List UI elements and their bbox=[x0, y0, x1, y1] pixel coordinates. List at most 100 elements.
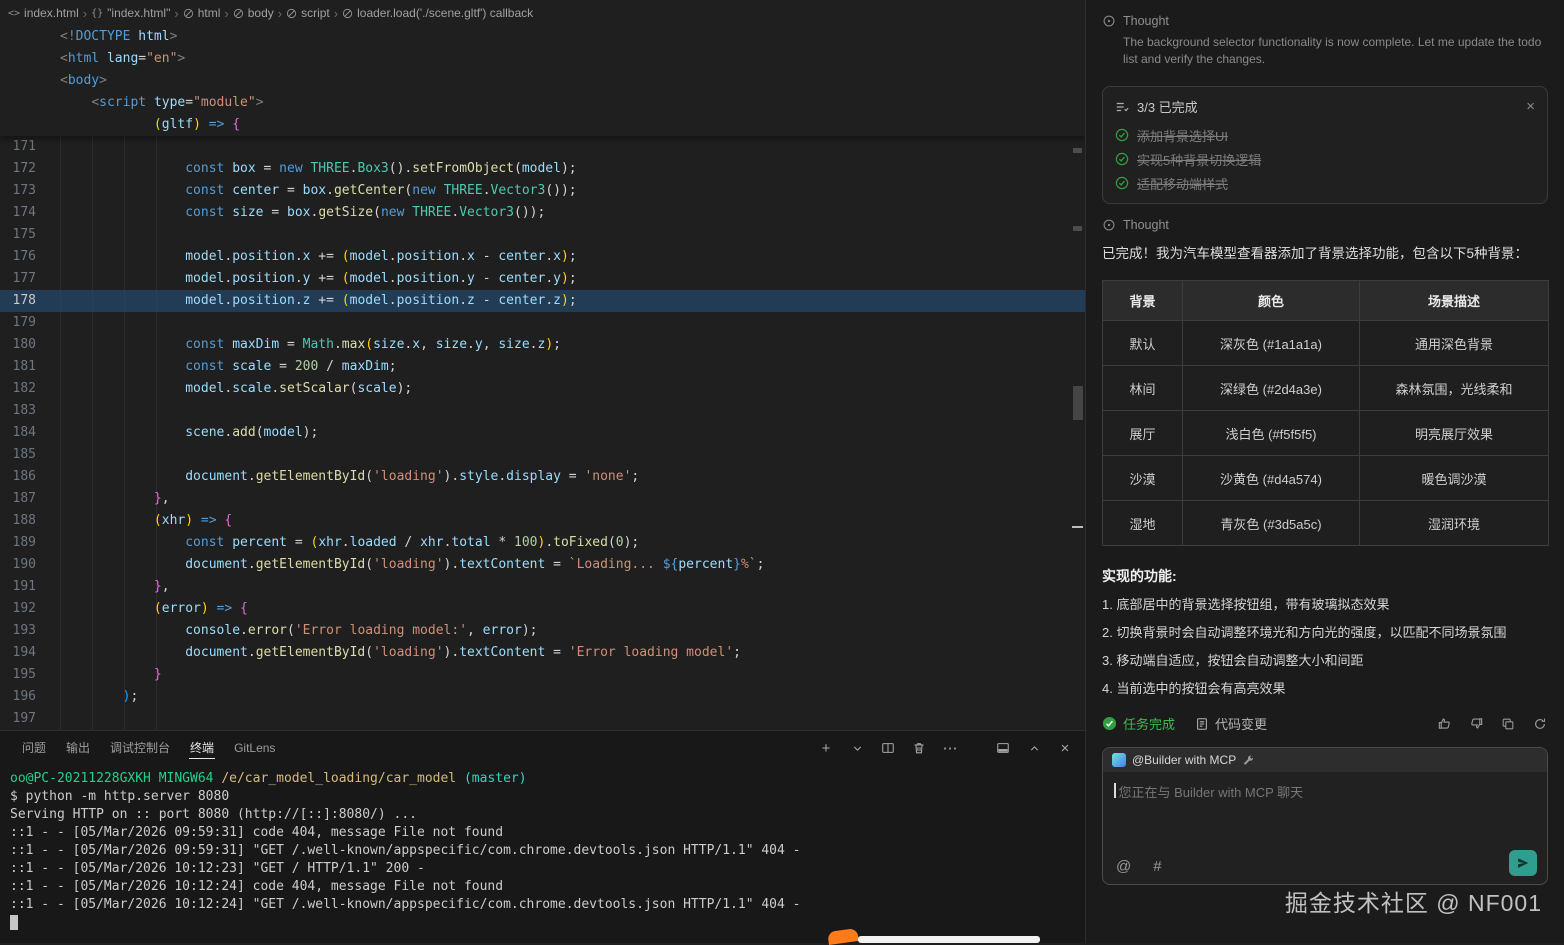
symbol-icon bbox=[286, 8, 297, 19]
more-actions-button[interactable]: ⋯ bbox=[942, 740, 958, 756]
breadcrumb-separator: › bbox=[174, 6, 178, 21]
copy-icon bbox=[1501, 717, 1515, 731]
todo-list-icon bbox=[1115, 100, 1129, 114]
close-panel-button[interactable]: × bbox=[1057, 740, 1073, 756]
table-cell: 浅白色 (#f5f5f5) bbox=[1183, 411, 1360, 456]
line-code: const center = box.getCenter(new THREE.V… bbox=[60, 180, 577, 202]
line-code: const maxDim = Math.max(size.x, size.y, … bbox=[60, 334, 561, 356]
symbol-icon bbox=[233, 8, 244, 19]
line-code: model.position.z += (model.position.z - … bbox=[60, 290, 577, 312]
editor-line: 188 (xhr) => { bbox=[0, 510, 1085, 532]
refresh-button[interactable] bbox=[1532, 716, 1548, 732]
code-changes-label: 代码变更 bbox=[1215, 714, 1267, 733]
tab-output[interactable]: 输出 bbox=[56, 731, 100, 765]
table-cell: 暖色调沙漠 bbox=[1360, 456, 1549, 501]
feature-item: 2. 切换背景时会自动调整环境光和方向光的强度，以匹配不同场景氛围 bbox=[1102, 623, 1548, 642]
breadcrumb-item-3[interactable]: html bbox=[183, 6, 221, 20]
line-number: 176 bbox=[0, 246, 60, 268]
line-code: scene.add(model); bbox=[60, 422, 318, 444]
line-number bbox=[0, 92, 60, 114]
todo-close-icon[interactable]: × bbox=[1526, 100, 1535, 114]
panel-layout-icon bbox=[996, 741, 1010, 755]
editor-line: 191 }, bbox=[0, 576, 1085, 598]
terminal-output[interactable]: oo@PC-20211228GXKH MINGW64 /e/car_model_… bbox=[0, 765, 1085, 943]
breadcrumb-separator: › bbox=[278, 6, 282, 21]
thumbs-down-button[interactable] bbox=[1468, 716, 1484, 732]
line-number: 183 bbox=[0, 400, 60, 422]
breadcrumb-item-4[interactable]: body bbox=[233, 6, 274, 20]
status-row: 任务完成 代码变更 bbox=[1102, 714, 1548, 733]
kill-terminal-button[interactable] bbox=[911, 740, 927, 756]
line-number: 194 bbox=[0, 642, 60, 664]
file-code-icon: <> bbox=[8, 8, 20, 19]
thumbs-up-button[interactable] bbox=[1436, 716, 1452, 732]
line-number: 186 bbox=[0, 466, 60, 488]
send-button[interactable] bbox=[1509, 850, 1537, 876]
todo-title: 3/3 已完成 bbox=[1137, 97, 1198, 116]
breadcrumb-label: html bbox=[198, 6, 221, 20]
terminal-line: ::1 - - [05/Mar/2026 09:59:31] code 404,… bbox=[10, 824, 1085, 842]
editor-line: 189 const percent = (xhr.loaded / xhr.to… bbox=[0, 532, 1085, 554]
chat-input[interactable]: @Builder with MCP 您正在与 Builder with MCP … bbox=[1102, 747, 1548, 885]
line-number: 197 bbox=[0, 708, 60, 730]
line-number: 184 bbox=[0, 422, 60, 444]
breadcrumb-label: loader.load('./scene.gltf') callback bbox=[357, 6, 533, 20]
maximize-panel-button[interactable] bbox=[1026, 740, 1042, 756]
split-terminal-button[interactable] bbox=[880, 740, 896, 756]
breadcrumb-separator: › bbox=[83, 6, 87, 21]
diff-file-icon bbox=[1195, 717, 1209, 731]
breadcrumb-item-6[interactable]: loader.load('./scene.gltf') callback bbox=[342, 6, 533, 20]
editor-line: 194 document.getElementById('loading').t… bbox=[0, 642, 1085, 664]
todo-item-label: 实现5种背景切换逻辑 bbox=[1137, 150, 1261, 169]
table-row: 湿地青灰色 (#3d5a5c)湿润环境 bbox=[1103, 501, 1549, 546]
line-number bbox=[0, 26, 60, 48]
code-editor[interactable]: <!DOCTYPE html><html lang="en"><body> <s… bbox=[0, 26, 1085, 730]
symbol-icon bbox=[342, 8, 353, 19]
scrollbar-thumb[interactable] bbox=[1073, 386, 1083, 420]
mention-button[interactable]: @ bbox=[1116, 858, 1131, 875]
line-number: 193 bbox=[0, 620, 60, 642]
breadcrumb-label: script bbox=[301, 6, 330, 20]
table-cell: 深绿色 (#2d4a3e) bbox=[1183, 366, 1360, 411]
tab-gitlens[interactable]: GitLens bbox=[224, 731, 285, 765]
feature-item: 1. 底部居中的背景选择按钮组，带有玻璃拟态效果 bbox=[1102, 595, 1548, 614]
tab-terminal[interactable]: 终端 bbox=[180, 731, 224, 765]
tab-problems[interactable]: 问题 bbox=[12, 731, 56, 765]
terminal-dropdown-button[interactable] bbox=[849, 740, 865, 756]
editor-line: 177 model.position.y += (model.position.… bbox=[0, 268, 1085, 290]
todo-item-label: 适配移动端样式 bbox=[1137, 174, 1228, 193]
app-window: <>index.html›{}"index.html"›html›body›sc… bbox=[0, 0, 1564, 943]
line-number: 188 bbox=[0, 510, 60, 532]
agent-chip[interactable]: @Builder with MCP bbox=[1112, 753, 1255, 767]
copy-button[interactable] bbox=[1500, 716, 1516, 732]
tab-debug-console[interactable]: 调试控制台 bbox=[100, 731, 180, 765]
scrollbar-mark bbox=[1073, 148, 1082, 153]
panel-layout-button[interactable] bbox=[995, 740, 1011, 756]
breadcrumb-item-5[interactable]: script bbox=[286, 6, 330, 20]
editor-scrollbar[interactable] bbox=[1071, 26, 1085, 730]
terminal-line: ::1 - - [05/Mar/2026 09:59:31] "GET /.we… bbox=[10, 842, 1085, 860]
sticky-line: <body> bbox=[0, 70, 1085, 92]
hashtag-button[interactable]: # bbox=[1153, 858, 1161, 875]
breadcrumb-item-2[interactable]: {}"index.html" bbox=[91, 6, 170, 20]
terminal-line: ::1 - - [05/Mar/2026 10:12:24] "GET /.we… bbox=[10, 896, 1085, 914]
todo-item: 添加背景选择UI bbox=[1115, 123, 1535, 147]
table-cell: 展厅 bbox=[1103, 411, 1183, 456]
feature-item: 4. 当前选中的按钮会有高亮效果 bbox=[1102, 679, 1548, 698]
thumbs-up-icon bbox=[1437, 716, 1452, 731]
code-changes-button[interactable]: 代码变更 bbox=[1195, 714, 1267, 733]
line-code: }, bbox=[60, 488, 170, 510]
breadcrumb-item-1[interactable]: <>index.html bbox=[8, 6, 79, 20]
line-number: 173 bbox=[0, 180, 60, 202]
bottom-panel: 问题输出调试控制台终端GitLens + ⋯ × oo@PC-20211228G… bbox=[0, 730, 1085, 943]
table-header-row: 背景颜色场景描述 bbox=[1103, 281, 1549, 321]
line-code: <script type="module"> bbox=[60, 92, 264, 114]
line-code: }, bbox=[60, 576, 170, 598]
chat-text-area[interactable]: 您正在与 Builder with MCP 聊天 bbox=[1103, 772, 1547, 811]
editor-line: 187 }, bbox=[0, 488, 1085, 510]
line-number bbox=[0, 70, 60, 92]
table-cell: 林间 bbox=[1103, 366, 1183, 411]
editor-line: 193 console.error('Error loading model:'… bbox=[0, 620, 1085, 642]
new-terminal-button[interactable]: + bbox=[818, 740, 834, 756]
sticky-scroll: <!DOCTYPE html><html lang="en"><body> <s… bbox=[0, 26, 1085, 136]
